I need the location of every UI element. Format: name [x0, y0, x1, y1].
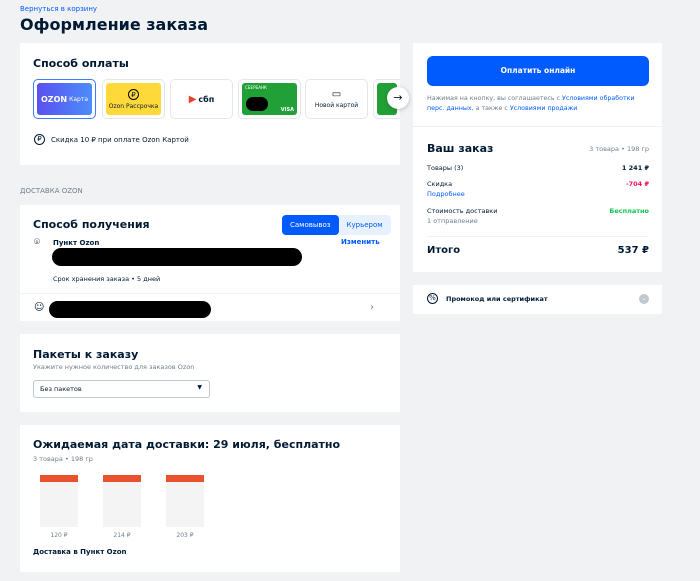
- smiley-icon: ☺: [34, 302, 45, 313]
- ruble-icon: ₽: [128, 88, 139, 100]
- receipt-title: Способ получения: [33, 218, 150, 231]
- page-title: Оформление заказа: [20, 15, 209, 34]
- summary-card: Оплатить онлайн Нажимая на кнопку, вы со…: [413, 43, 662, 272]
- discount-label: Скидка: [427, 180, 453, 188]
- payment-ozon-card[interactable]: OZON Карта: [33, 79, 96, 119]
- ozon-logo: OZON: [40, 94, 68, 104]
- delivery-section-label: ДОСТАВКА OZON: [20, 187, 83, 195]
- chevron-right-icon[interactable]: ›: [370, 302, 374, 313]
- change-link[interactable]: Изменить: [341, 238, 380, 246]
- receipt-toggle: Самовывоз Курьером: [282, 215, 391, 235]
- back-to-cart-link[interactable]: Вернуться в корзину: [20, 5, 97, 13]
- dropdown-arrow-icon: ▼: [197, 384, 202, 391]
- sber-label: СБЕРБАНК: [245, 85, 267, 90]
- agreement-text: Нажимая на кнопку, вы соглашаетесь с Усл…: [427, 94, 652, 114]
- packages-select[interactable]: Без пакетов ▼: [33, 380, 210, 398]
- product-image-knife[interactable]: [103, 475, 141, 527]
- tab-pickup[interactable]: Самовывоз: [282, 215, 339, 235]
- packages-title: Пакеты к заказу: [33, 348, 139, 361]
- shipment-meta: 3 товара • 198 гр: [33, 455, 93, 463]
- visa-label: VISA: [280, 107, 294, 113]
- payment-installment[interactable]: ₽ Ozon Рассрочка: [102, 79, 165, 119]
- packages-hint: Укажите нужное количество для заказов Oz…: [33, 363, 195, 371]
- goods-label: Товары (3): [427, 164, 464, 172]
- pay-online-button[interactable]: Оплатить онлайн: [427, 56, 649, 86]
- sbp-label: сбп: [198, 94, 215, 104]
- details-link[interactable]: Подробнее: [427, 190, 465, 198]
- pickup-point-name: Пункт Ozon: [53, 239, 100, 247]
- card-plus-icon: ▭: [331, 89, 342, 100]
- card-sub: Карта: [69, 95, 89, 103]
- payment-title: Способ оплаты: [33, 57, 129, 70]
- payment-sberbank-card[interactable]: СБЕРБАНК VISA: [238, 79, 301, 119]
- sale-terms-link[interactable]: Условиями продажи: [510, 105, 578, 112]
- storage-period: Срок хранения заказа • 5 дней: [53, 275, 161, 283]
- promo-card[interactable]: % Промокод или сертификат ⌄: [413, 285, 662, 314]
- ruble-coin-icon: ₽: [34, 134, 45, 145]
- packages-card: Пакеты к заказу Укажите нужное количеств…: [20, 334, 400, 412]
- product-price: 214 ₽: [113, 532, 131, 539]
- product-price: 120 ₽: [50, 532, 68, 539]
- tab-courier[interactable]: Курьером: [339, 215, 391, 235]
- payment-new-card[interactable]: ▭ Новой картой: [305, 79, 368, 119]
- redacted-address: [52, 248, 302, 266]
- delivery-type: Доставка в Пункт Ozon: [33, 548, 127, 556]
- select-value: Без пакетов: [40, 385, 82, 393]
- product-image-knife[interactable]: [166, 475, 204, 527]
- new-card-label: Новой картой: [314, 102, 359, 109]
- product-price: 203 ₽: [176, 532, 194, 539]
- payment-card: Способ оплаты OZON Карта ₽ Ozon Рассрочка …: [20, 43, 409, 165]
- agree-mid: , а также с: [471, 105, 510, 112]
- location-pin-icon: ⌾: [34, 237, 40, 248]
- chevron-down-icon[interactable]: ⌄: [639, 294, 649, 304]
- installment-label: Ozon Рассрочка: [108, 102, 159, 110]
- product-image-knife[interactable]: [40, 475, 78, 527]
- agree-prefix: Нажимая на кнопку, вы соглашаетесь с: [427, 95, 563, 102]
- redaction: [246, 97, 268, 111]
- total-value: 537 ₽: [617, 245, 649, 256]
- redacted-recipient: [49, 301, 211, 318]
- shipment-title: Ожидаемая дата доставки: 29 июля, беспла…: [33, 438, 341, 451]
- total-label: Итого: [427, 245, 461, 256]
- order-title: Ваш заказ: [427, 142, 494, 155]
- sbp-logo-icon: ▶: [188, 93, 197, 105]
- promo-label: Промокод или сертификат: [446, 295, 548, 303]
- delivery-cost-label: Стоимость доставки: [427, 207, 498, 215]
- scroll-right-arrow-icon[interactable]: →: [387, 87, 409, 109]
- shipments-count: 1 отправление: [427, 217, 478, 225]
- order-meta: 3 товара • 198 гр: [589, 144, 649, 153]
- delivery-cost-value: Бесплатно: [609, 207, 649, 215]
- payment-sbp[interactable]: ▶ сбп: [170, 79, 233, 119]
- shipment-card: Ожидаемая дата доставки: 29 июля, беспла…: [20, 425, 400, 572]
- percent-icon: %: [427, 293, 438, 304]
- discount-note: Скидка 10 ₽ при оплате Ozon Картой: [51, 135, 189, 144]
- goods-value: 1 241 ₽: [621, 164, 649, 172]
- discount-value: -704 ₽: [625, 180, 649, 188]
- receipt-card: Способ получения Самовывоз Курьером ⌾ Пу…: [20, 205, 400, 321]
